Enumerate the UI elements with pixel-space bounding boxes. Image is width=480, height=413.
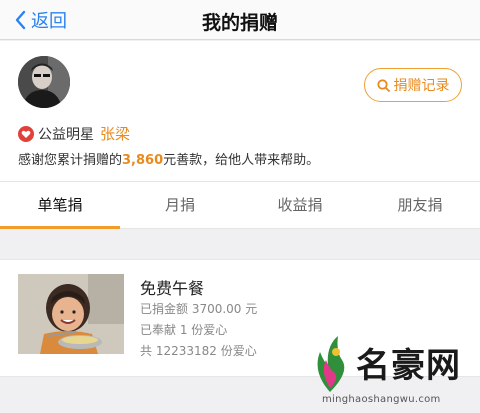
heart-icon xyxy=(18,125,34,142)
thanks-suffix: 元善款，给他人带来帮助。 xyxy=(163,153,320,168)
total-amount: 3,860 xyxy=(122,153,164,168)
donation-record-label: 捐赠记录 xyxy=(393,78,450,94)
charity-star-row: 公益明星 张梁 xyxy=(18,123,130,144)
tab-single[interactable]: 单笔捐 xyxy=(0,182,120,229)
project-love-count: 已奉献 1 份爱心 xyxy=(140,323,228,337)
back-button[interactable]: 返回 xyxy=(14,7,67,33)
back-label: 返回 xyxy=(31,11,67,32)
project-card[interactable]: 免费午餐 已捐金额 3700.00 元 已奉献 1 份爱心 共 12233182… xyxy=(0,259,480,377)
donation-record-button[interactable]: 捐赠记录 xyxy=(364,68,462,102)
tab-earnings[interactable]: 收益捐 xyxy=(240,182,360,229)
nav-bar: 返回 我的捐赠 xyxy=(0,0,480,40)
star-name[interactable]: 张梁 xyxy=(100,123,130,144)
watermark-url: minghaoshangwu.com xyxy=(322,394,441,405)
thanks-prefix: 感谢您累计捐赠的 xyxy=(18,153,123,168)
star-title: 公益明星 xyxy=(38,126,94,143)
search-icon xyxy=(376,78,390,92)
project-title: 免费午餐 xyxy=(140,279,205,298)
chevron-left-icon xyxy=(15,10,26,30)
project-total-love: 共 12233182 份爱心 xyxy=(140,344,257,358)
donation-tabs: 单笔捐 月捐 收益捐 朋友捐 xyxy=(0,181,480,229)
avatar[interactable] xyxy=(18,56,70,108)
page-title: 我的捐赠 xyxy=(201,12,278,34)
project-donated-amount: 已捐金额 3700.00 元 xyxy=(140,302,258,316)
thanks-text: 感谢您累计捐赠的3,860元善款，给他人带来帮助。 xyxy=(18,149,319,168)
active-tab-indicator xyxy=(0,226,120,229)
tab-monthly[interactable]: 月捐 xyxy=(120,182,240,229)
profile-section: 捐赠记录 公益明星 张梁 感谢您累计捐赠的3,860元善款，给他人带来帮助。 xyxy=(0,41,480,181)
project-image xyxy=(18,274,124,354)
tab-friends[interactable]: 朋友捐 xyxy=(360,182,480,229)
